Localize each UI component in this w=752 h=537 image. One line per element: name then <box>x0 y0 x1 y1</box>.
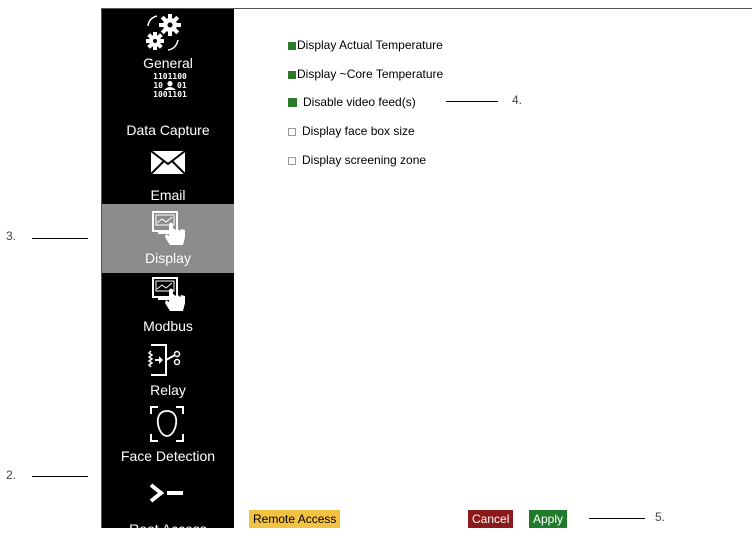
option-display-face-box-size[interactable]: Display face box size <box>288 124 415 138</box>
checkbox-unchecked[interactable] <box>288 156 296 165</box>
sidebar-item-label: General <box>143 55 193 71</box>
sidebar-item-face-detection[interactable]: Face Detection <box>102 402 234 466</box>
sidebar-item-label: Display <box>145 250 191 266</box>
option-display-actual-temperature[interactable]: Display Actual Temperature <box>288 38 443 52</box>
sidebar-item-email[interactable]: Email <box>102 139 234 204</box>
callout-3: 3. <box>6 229 17 243</box>
terminal-prompt-icon <box>149 483 183 503</box>
checkbox-unchecked[interactable] <box>288 127 296 136</box>
checkbox-checked[interactable] <box>288 41 296 50</box>
option-label: Disable video feed(s) <box>303 95 416 109</box>
callout-4: 4. <box>512 93 523 107</box>
callout-line-3 <box>32 238 88 239</box>
sidebar-item-label: Face Detection <box>120 448 216 464</box>
option-display-core-temperature[interactable]: Display ~Core Temperature <box>288 67 443 81</box>
option-disable-video-feed[interactable]: Disable video feed(s) <box>288 95 416 109</box>
checkbox-checked[interactable] <box>288 98 297 108</box>
callout-2: 2. <box>6 468 17 482</box>
gears-icon <box>146 14 181 51</box>
callout-line-4 <box>446 101 498 102</box>
sidebar-item-label: Email <box>150 187 186 203</box>
face-detection-icon <box>150 406 184 442</box>
cancel-button[interactable]: Cancel <box>468 510 514 528</box>
option-display-screening-zone[interactable]: Display screening zone <box>288 153 426 167</box>
touch-display-icon <box>152 277 185 311</box>
sidebar-item-data-capture[interactable]: 1101100 10 01 1001101 Data Capture <box>102 71 234 139</box>
sidebar-item-label: Root Access <box>129 521 207 537</box>
envelope-icon <box>150 150 186 175</box>
option-label: Display screening zone <box>302 153 427 167</box>
sidebar-item-label: Modbus <box>143 318 193 334</box>
callout-line-2 <box>32 476 88 477</box>
sidebar-item-general[interactable]: General <box>102 9 234 71</box>
remote-access-button[interactable]: Remote Access <box>249 510 341 528</box>
apply-button[interactable]: Apply <box>529 510 568 528</box>
option-label: Display ~Core Temperature <box>297 67 444 81</box>
sidebar-item-label: Relay <box>150 382 186 398</box>
sidebar-item-display[interactable]: Display <box>102 204 234 273</box>
touch-display-icon <box>152 211 185 245</box>
callout-5: 5. <box>655 510 666 524</box>
option-label: Display Actual Temperature <box>297 38 443 52</box>
sidebar: General 1101100 10 01 1001101 Data Captur… <box>102 9 234 537</box>
person-icon <box>164 81 176 90</box>
option-label: Display face box size <box>302 124 415 138</box>
checkbox-checked[interactable] <box>288 70 296 79</box>
sidebar-item-label: Data Capture <box>126 122 210 138</box>
sidebar-item-root-access[interactable]: Root Access <box>102 466 234 537</box>
callout-line-5 <box>589 518 645 519</box>
sidebar-item-relay[interactable]: Relay <box>102 340 234 402</box>
binary-person-icon: 1101100 10 01 1001101 <box>153 72 187 99</box>
sidebar-item-modbus[interactable]: Modbus <box>102 273 234 340</box>
relay-icon <box>148 344 181 376</box>
